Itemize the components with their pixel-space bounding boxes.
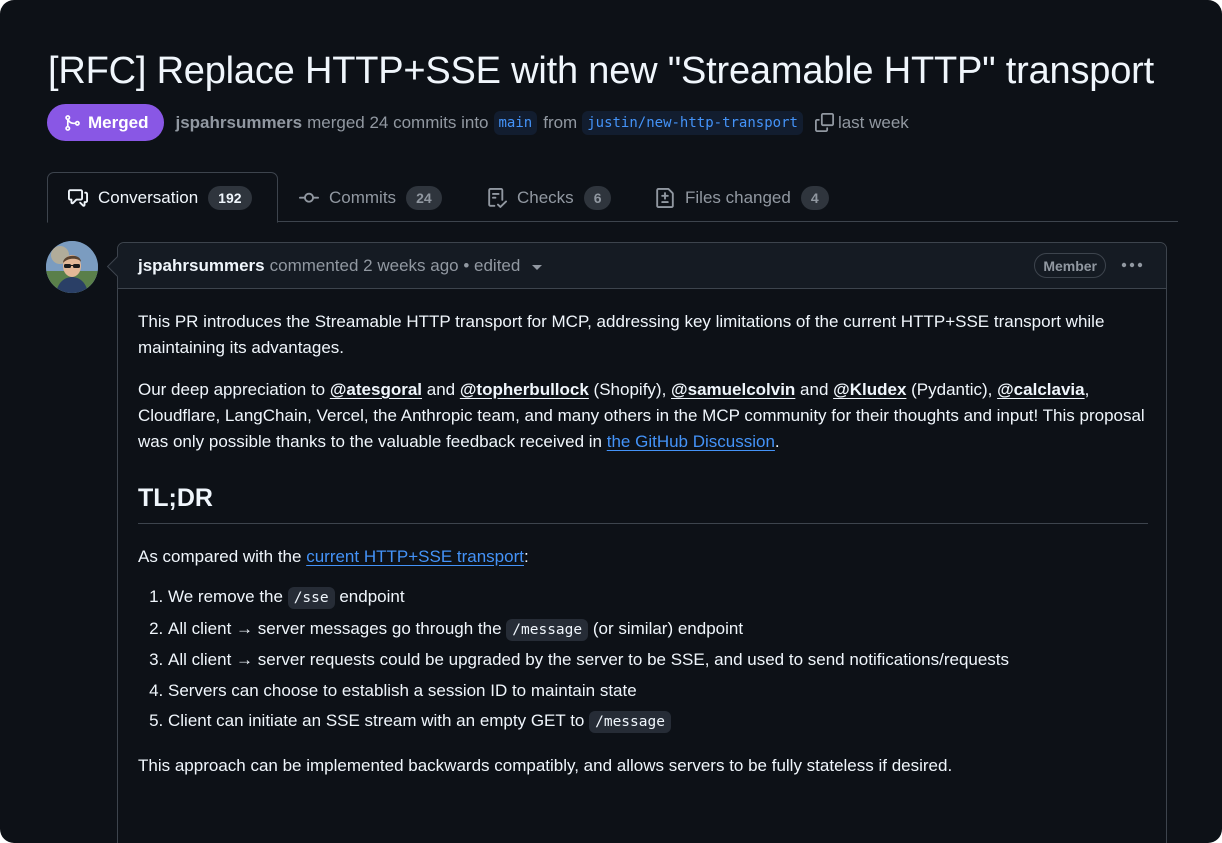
from-text: from <box>543 112 578 132</box>
list-item: Client can initiate an SSE stream with a… <box>168 708 1148 735</box>
mention-samuelcolvin[interactable]: @samuelcolvin <box>671 380 795 399</box>
list-item-text: All client → server requests could be up… <box>168 650 1010 670</box>
thanks-text: and <box>422 380 460 399</box>
list-item-text: Client can initiate an SSE stream with a… <box>168 711 590 731</box>
copy-branch-button[interactable] <box>814 113 834 132</box>
comment-discussion-icon <box>68 188 88 207</box>
thanks-text: Our deep appreciation to <box>138 380 330 399</box>
thanks-text: . <box>774 432 780 451</box>
mention-atesgoral[interactable]: @atesgoral <box>330 380 422 399</box>
list-item-text: (or similar) endpoint <box>588 618 744 638</box>
pr-meta: Merged jspahrsummers merged 24 commits i… <box>47 104 914 141</box>
comment-options-button[interactable] <box>1120 255 1144 275</box>
intro-paragraph: This PR introduces the Streamable HTTP t… <box>138 312 1105 357</box>
tab-conversation-count: 192 <box>208 185 252 210</box>
avatar-photo <box>46 241 98 293</box>
avatar[interactable] <box>46 241 98 293</box>
git-commit-icon <box>299 192 319 203</box>
tldr-heading: TL;DR <box>138 481 1148 524</box>
tab-commits-label: Commits <box>329 187 397 207</box>
thanks-text: and <box>795 380 834 399</box>
mention-topherbullock[interactable]: @topherbullock <box>460 380 589 399</box>
thanks-paragraph: Our deep appreciation to @atesgoral and … <box>138 377 1148 455</box>
pr-title: [RFC] Replace HTTP+SSE with new "Streama… <box>48 50 1154 92</box>
merged-state-badge: Merged <box>47 104 165 141</box>
merge-time: last week <box>837 112 909 132</box>
changes-list: We remove the /sse endpoint All client →… <box>138 584 1148 735</box>
git-merge-icon <box>65 114 80 131</box>
list-item-text: All client → server messages go through … <box>168 618 507 638</box>
tab-commits-count: 24 <box>406 185 442 210</box>
copy-icon <box>814 113 834 132</box>
tab-files-changed[interactable]: Files changed 4 <box>635 172 849 223</box>
tab-files-changed-count: 4 <box>800 185 829 210</box>
compare-text: As compared with the <box>138 547 307 566</box>
list-item: We remove the /sse endpoint <box>168 584 1148 611</box>
comment-meta[interactable]: commented 2 weeks ago • edited <box>270 256 521 276</box>
tab-checks-label: Checks <box>517 187 574 207</box>
tab-checks-count: 6 <box>583 185 612 210</box>
base-branch-link[interactable]: main <box>493 110 538 135</box>
list-item: All client → server requests could be up… <box>168 647 1148 673</box>
member-role-badge: Member <box>1034 253 1106 278</box>
file-diff-icon <box>656 187 674 208</box>
inline-code: /message <box>589 711 671 734</box>
current-transport-link[interactable]: current HTTP+SSE transport <box>306 547 524 566</box>
mention-calclavia[interactable]: @calclavia <box>997 380 1084 399</box>
thanks-text: (Pydantic), <box>906 380 998 399</box>
inline-code: /message <box>506 618 589 641</box>
edited-history-chevron-down-icon[interactable] <box>532 264 543 270</box>
comment-header: jspahrsummers commented 2 weeks ago • ed… <box>118 243 1166 289</box>
tab-checks[interactable]: Checks 6 <box>467 172 631 223</box>
list-item: All client → server messages go through … <box>168 616 1148 643</box>
pr-page: [RFC] Replace HTTP+SSE with new "Streama… <box>0 0 1222 843</box>
tab-conversation-label: Conversation <box>98 187 199 207</box>
head-branch-link[interactable]: justin/new-http-transport <box>582 110 803 135</box>
pr-tabs: Conversation 192 Commits 24 Checks 6 Fil… <box>47 172 1178 223</box>
closing-paragraph: This approach can be implemented backwar… <box>138 756 953 776</box>
compare-text: : <box>523 547 529 566</box>
tab-files-changed-label: Files changed <box>685 187 791 207</box>
comment-body: This PR introduces the Streamable HTTP t… <box>138 309 1148 795</box>
pr-author-link[interactable]: jspahrsummers <box>175 113 302 133</box>
merged-label: Merged <box>88 112 149 132</box>
list-item-text: We remove the <box>168 587 288 606</box>
tab-conversation[interactable]: Conversation 192 <box>47 172 278 223</box>
pr-description-comment: jspahrsummers commented 2 weeks ago • ed… <box>117 242 1167 843</box>
mention-kludex[interactable]: @Kludex <box>833 380 906 399</box>
compare-paragraph: As compared with the current HTTP+SSE tr… <box>138 544 1148 570</box>
inline-code: /sse <box>287 587 335 609</box>
list-item-text: Servers can choose to establish a sessio… <box>168 680 637 700</box>
merged-text: merged 24 commits into <box>307 112 489 132</box>
list-item-text: endpoint <box>334 587 405 606</box>
tab-commits[interactable]: Commits 24 <box>279 172 462 223</box>
checklist-icon <box>488 187 507 208</box>
kebab-horizontal-icon <box>1121 262 1143 268</box>
github-discussion-link[interactable]: the GitHub Discussion <box>607 432 775 451</box>
comment-author-link[interactable]: jspahrsummers <box>138 256 265 276</box>
list-item: Servers can choose to establish a sessio… <box>168 678 1148 704</box>
thanks-text: (Shopify), <box>588 380 672 399</box>
